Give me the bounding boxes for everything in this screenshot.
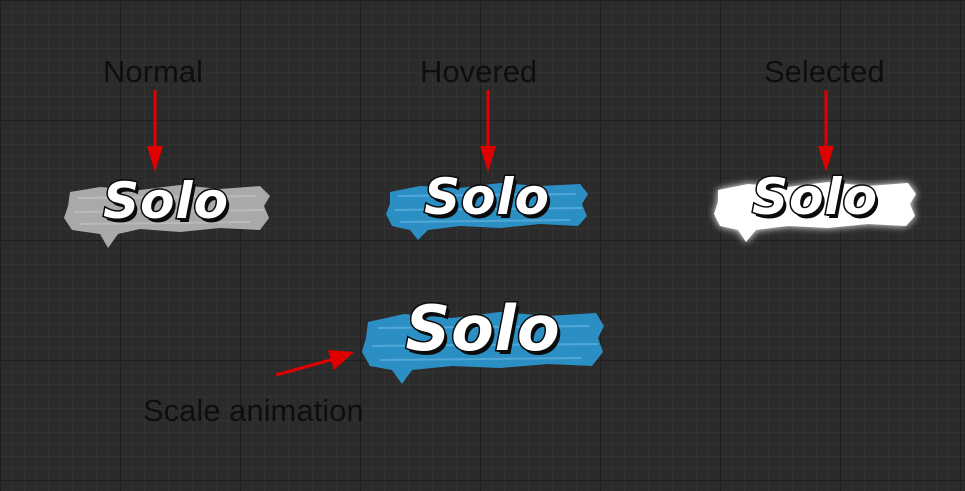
scale-animation-label: Scale animation xyxy=(143,393,364,428)
button-label: Solo xyxy=(751,167,879,228)
hovered-label: Hovered xyxy=(420,54,538,89)
selected-label: Selected xyxy=(764,54,885,89)
selected-arrow-icon xyxy=(818,90,834,172)
button-label: Solo xyxy=(423,167,551,228)
solo-button-normal[interactable]: Solo xyxy=(60,171,272,252)
button-label: Solo xyxy=(404,291,561,367)
hovered-arrow-icon xyxy=(480,90,496,172)
scale-arrow-icon xyxy=(275,350,354,377)
normal-label: Normal xyxy=(103,54,203,89)
solo-button-scaled[interactable]: Solo xyxy=(360,291,606,392)
button-label: Solo xyxy=(102,171,230,232)
solo-button-hovered[interactable]: Solo xyxy=(384,167,590,248)
solo-button-selected[interactable]: Solo xyxy=(710,167,920,248)
normal-arrow-icon xyxy=(147,90,163,172)
